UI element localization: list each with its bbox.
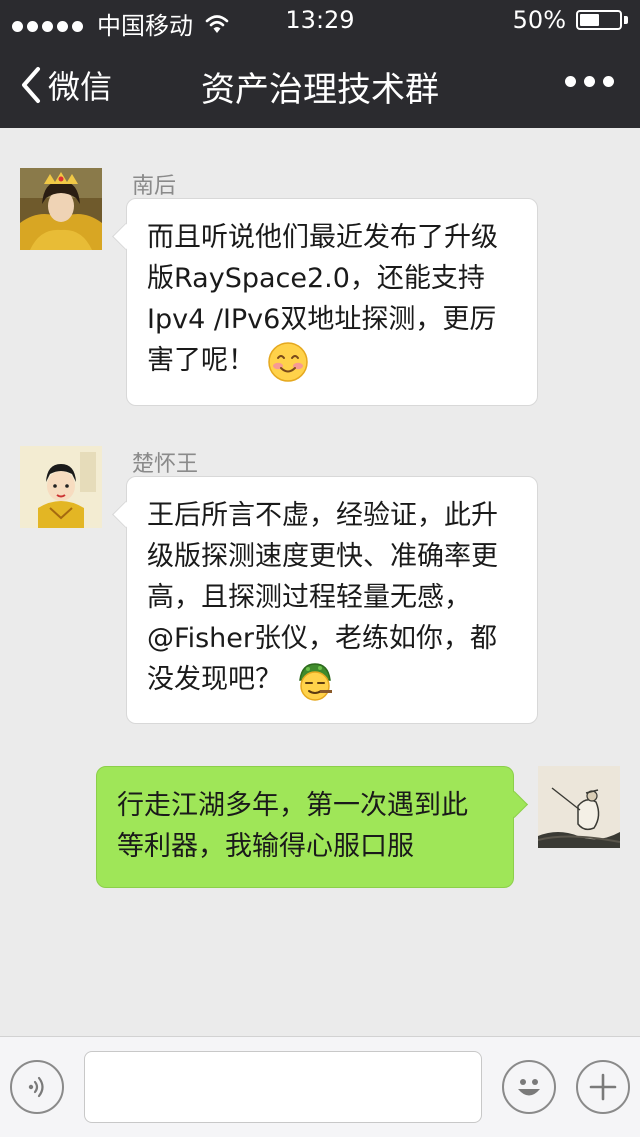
smiling-blush-emoji — [267, 341, 309, 383]
avatar[interactable] — [20, 446, 102, 528]
queen-avatar-image — [20, 168, 102, 250]
avatar[interactable] — [20, 168, 102, 250]
sender-name: 楚怀王 — [132, 452, 199, 477]
sly-green-face-emoji — [294, 660, 336, 702]
message-line: 害了呢！ — [147, 345, 255, 376]
chat-message-list[interactable]: 南后 而且听说他们最近发布了升级 版RaySpace2.0，还能支持 Ipv4 … — [0, 128, 640, 1036]
status-right: 50% — [513, 6, 628, 34]
battery-level — [580, 14, 599, 26]
more-functions-button[interactable] — [576, 1060, 630, 1114]
battery-icon — [576, 10, 622, 30]
voice-icon — [28, 1076, 44, 1098]
emoji-button[interactable] — [502, 1060, 556, 1114]
voice-button[interactable] — [10, 1060, 64, 1114]
message-line: 行走江湖多年，第一次遇到此 — [117, 790, 468, 821]
navigation-bar: 微信 资产治理技术群 — [0, 40, 640, 128]
self-avatar-image — [538, 766, 620, 848]
bubble-tail — [112, 501, 139, 528]
page-title: 资产治理技术群 — [201, 70, 439, 110]
plus-icon — [589, 1073, 617, 1101]
message-line: 等利器，我输得心服口服 — [117, 831, 414, 862]
message-bubble[interactable]: 行走江湖多年，第一次遇到此 等利器，我输得心服口服 — [96, 766, 528, 888]
message-line: 而且听说他们最近发布了升级 — [147, 222, 498, 253]
message-bubble[interactable]: 王后所言不虚，经验证，此升 级版探测速度更快、准确率更 高，且探测过程轻量无感，… — [112, 476, 538, 724]
king-avatar-image — [20, 446, 102, 528]
message-line: 级版探测速度更快、准确率更 — [147, 541, 498, 572]
message-line: 没发现吧？ — [147, 664, 282, 695]
input-toolbar — [0, 1036, 640, 1137]
message-line: 高，且探测过程轻量无感， — [147, 582, 471, 613]
message-bubble[interactable]: 而且听说他们最近发布了升级 版RaySpace2.0，还能支持 Ipv4 /IP… — [112, 198, 538, 406]
battery-tip — [624, 16, 628, 24]
message-line: 王后所言不虚，经验证，此升 — [147, 500, 498, 531]
more-icon[interactable] — [557, 76, 614, 87]
avatar[interactable] — [538, 766, 620, 848]
status-bar: 中国移动 13:29 50% — [0, 0, 640, 40]
message-line: @Fisher张仪，老练如你，都 — [147, 623, 497, 654]
message-input[interactable] — [84, 1051, 482, 1123]
bubble-tail — [112, 223, 139, 250]
message-line: Ipv4 /IPv6双地址探测，更厉 — [147, 304, 497, 335]
sender-name: 南后 — [132, 174, 177, 199]
emoji-face-icon — [518, 1079, 540, 1096]
message-line: 版RaySpace2.0，还能支持 — [147, 263, 485, 294]
battery-percent: 50% — [512, 6, 566, 34]
bubble-tail — [501, 791, 528, 818]
